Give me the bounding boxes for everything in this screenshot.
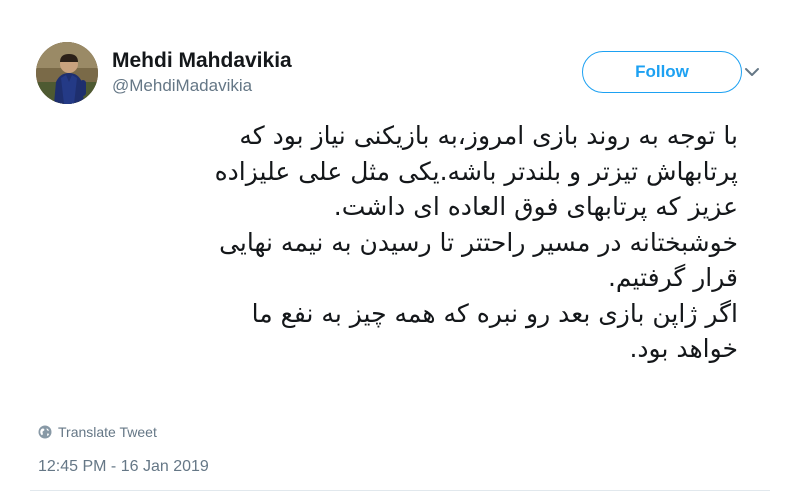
author-names: Mehdi Mahdavikia @MehdiMadavikia — [112, 48, 292, 98]
tweet-text-line: قرار گرفتیم. — [607, 263, 738, 292]
divider — [30, 490, 770, 491]
translate-tweet-link[interactable]: Translate Tweet — [38, 421, 157, 443]
avatar-photo — [36, 42, 98, 104]
globe-icon — [38, 425, 52, 439]
tweet-text: با توجه به روند بازی امروز،به بازیکنی نی… — [30, 118, 738, 367]
more-options-button[interactable] — [738, 58, 766, 86]
tweet-text-line: اگر ژاپن بازی بعد رو نبره که همه چیز به … — [251, 298, 738, 328]
tweet-text-line: پرتابهاش تیزتر و بلندتر باشه.یکی مثل علی… — [214, 156, 738, 186]
tweet-text-line: خوشبختانه در مسیر راحتتر تا رسیدن به نیم… — [219, 227, 738, 257]
tweet-card: Mehdi Mahdavikia @MehdiMadavikia Follow … — [0, 0, 800, 500]
follow-button[interactable]: Follow — [582, 51, 742, 93]
translate-tweet-label: Translate Tweet — [58, 424, 157, 440]
tweet-header: Mehdi Mahdavikia @MehdiMadavikia Follow — [36, 42, 776, 106]
tweet-text-line: با توجه به روند بازی امروز،به بازیکنی نی… — [239, 121, 738, 150]
tweet-text-line: خواهد بود. — [629, 334, 738, 363]
tweet-text-line: عزیز که پرتابهای فوق العاده ای داشت. — [333, 192, 738, 221]
author-handle[interactable]: @MehdiMadavikia — [112, 74, 292, 98]
author-display-name[interactable]: Mehdi Mahdavikia — [112, 48, 292, 74]
avatar[interactable] — [36, 42, 98, 104]
chevron-down-icon — [745, 68, 759, 76]
tweet-timestamp[interactable]: 12:45 PM - 16 Jan 2019 — [38, 458, 209, 476]
